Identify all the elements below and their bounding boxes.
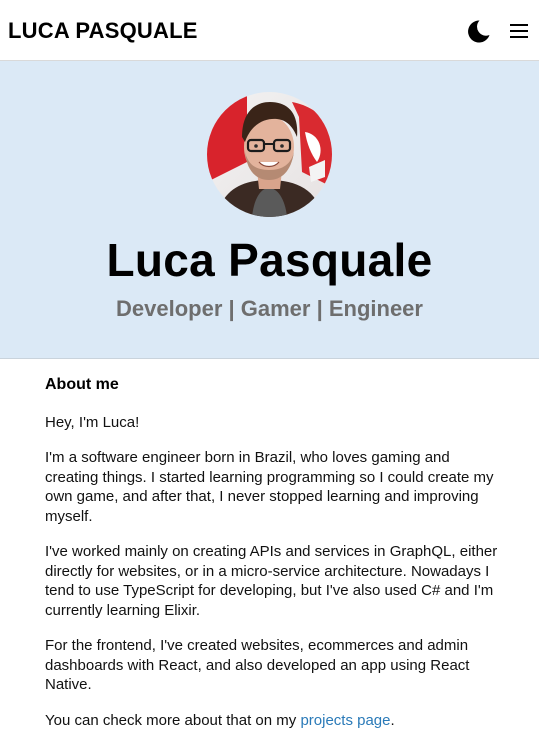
avatar (207, 92, 332, 217)
about-paragraph-1: I'm a software engineer born in Brazil, … (45, 449, 494, 525)
hero-name: Luca Pasquale (106, 234, 433, 286)
menu-button[interactable] (508, 21, 530, 41)
section-heading: About me (45, 376, 119, 393)
greeting-text: Hey, I'm Luca! (45, 413, 140, 431)
paragraph-4-suffix: . (390, 711, 395, 729)
hamburger-menu-icon (510, 24, 528, 38)
hero-tagline: Developer | Gamer | Engineer (116, 296, 423, 321)
paragraph-4-prefix: You can check more about that on my (45, 711, 301, 729)
site-title[interactable]: LUCA PASQUALE (8, 18, 198, 44)
about-section: About me Hey, I'm Luca! I'm a software e… (45, 360, 505, 730)
moon-icon (468, 20, 490, 43)
about-paragraph-4: You can check more about that on my proj… (45, 711, 505, 731)
hero-section: Luca Pasquale Developer | Gamer | Engine… (0, 61, 539, 359)
about-paragraph-3: For the frontend, I've created websites,… (45, 637, 470, 693)
projects-page-link[interactable]: projects page (300, 712, 390, 729)
top-bar: LUCA PASQUALE (0, 0, 539, 61)
theme-toggle-button[interactable] (466, 19, 491, 44)
about-paragraph-2: I've worked mainly on creating APIs and … (45, 543, 498, 619)
